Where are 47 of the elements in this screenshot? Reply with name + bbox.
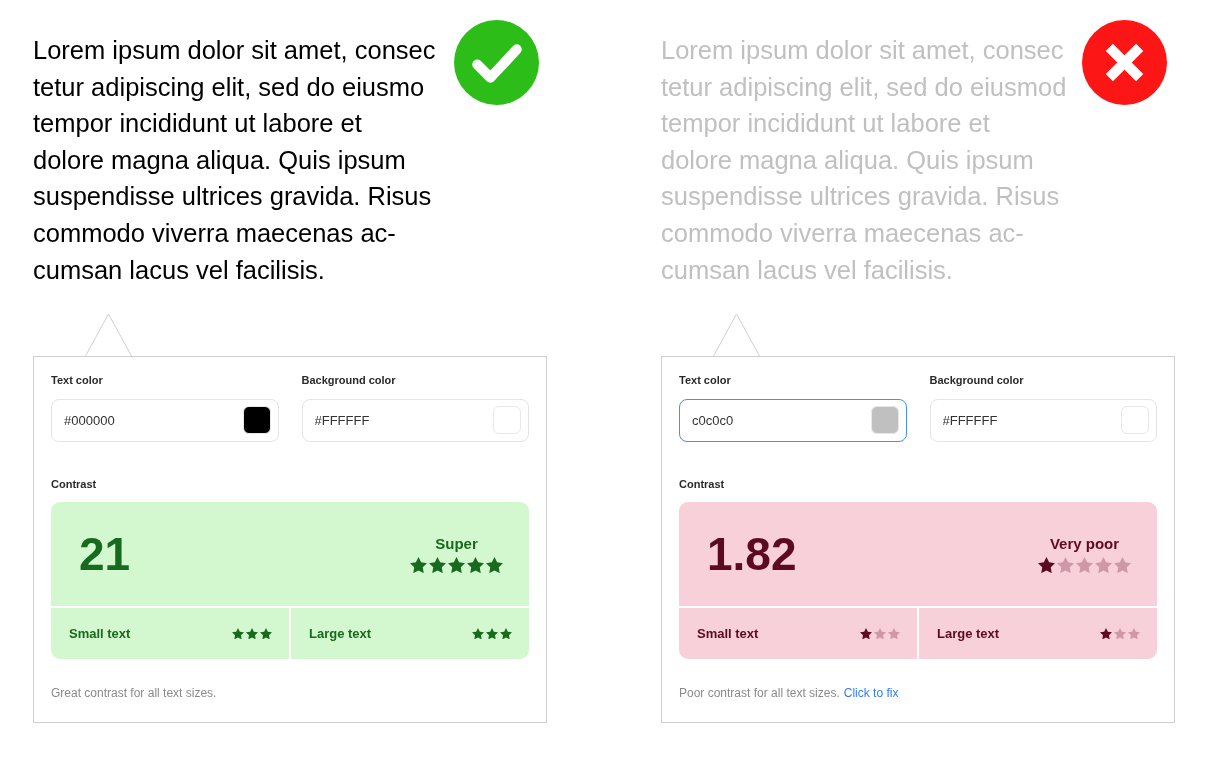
color-input-field[interactable]: c0c0c0	[679, 399, 907, 443]
star-icon	[448, 557, 465, 574]
star-icon	[486, 627, 498, 640]
field-label: Text color	[51, 373, 104, 388]
checkmark-icon	[454, 20, 539, 105]
field-label: Background color	[929, 373, 1025, 388]
star-icon	[232, 627, 244, 640]
star-icon	[1100, 627, 1112, 640]
rating-label: Very poor	[1049, 535, 1120, 553]
star-icon	[888, 627, 900, 640]
star-icon	[1095, 557, 1112, 574]
rating-label: Super	[435, 535, 478, 553]
star-icon	[1038, 557, 1055, 574]
star-icon	[1057, 557, 1074, 574]
check-label: Small text	[697, 624, 759, 643]
check-label: Small text	[69, 624, 131, 643]
star-icon	[500, 627, 512, 640]
sample-paragraph: Lorem ipsum dolor sit amet, consec tetur adipiscing elit, sed do eiusmod tempor incididunt ut labore et dolore magna aliqua. Quis ipsum suspendisse ultrices gravida. Risus commodo viverra maecenas ac- cumsan lacus vel facilisis.	[661, 35, 1067, 286]
check-label: Large text	[937, 624, 1000, 643]
color-input-field[interactable]: #000000	[51, 399, 279, 443]
cross-icon	[1082, 20, 1167, 105]
check-label: Large text	[309, 624, 372, 643]
field-label: Text color	[679, 373, 732, 388]
star-icon	[260, 627, 272, 640]
star-icon	[246, 627, 258, 640]
sample-paragraph: Lorem ipsum dolor sit amet, consec tetur adipiscing elit, sed do eiusmo tempor incididunt ut labore et dolore magna aliqua. Quis ipsum suspendisse ultrices gravida. Risus commodo viverra maecenas ac- cumsan lacus vel facilisis.	[33, 35, 436, 286]
field-label: Background color	[301, 373, 397, 388]
contrast-ratio: 1.82	[707, 531, 797, 578]
star-icon	[874, 627, 886, 640]
section-label: Contrast	[679, 477, 726, 492]
star-icon	[860, 627, 872, 640]
color-input-field[interactable]: #FFFFFF	[301, 399, 529, 443]
color-input-field[interactable]: #FFFFFF	[929, 399, 1157, 443]
star-icon	[429, 557, 446, 574]
status-note: Great contrast for all text sizes.	[51, 686, 217, 702]
status-note: Poor contrast for all text sizes.	[679, 686, 840, 702]
star-icon	[1128, 627, 1140, 640]
star-icon	[467, 557, 484, 574]
star-icon	[410, 557, 427, 574]
star-icon	[1114, 557, 1131, 574]
star-icon	[486, 557, 503, 574]
star-icon	[1076, 557, 1093, 574]
contrast-ratio: 21	[79, 531, 131, 578]
section-label: Contrast	[51, 477, 98, 492]
fix-link[interactable]: Click to fix	[843, 686, 899, 702]
star-icon	[472, 627, 484, 640]
star-icon	[1114, 627, 1126, 640]
